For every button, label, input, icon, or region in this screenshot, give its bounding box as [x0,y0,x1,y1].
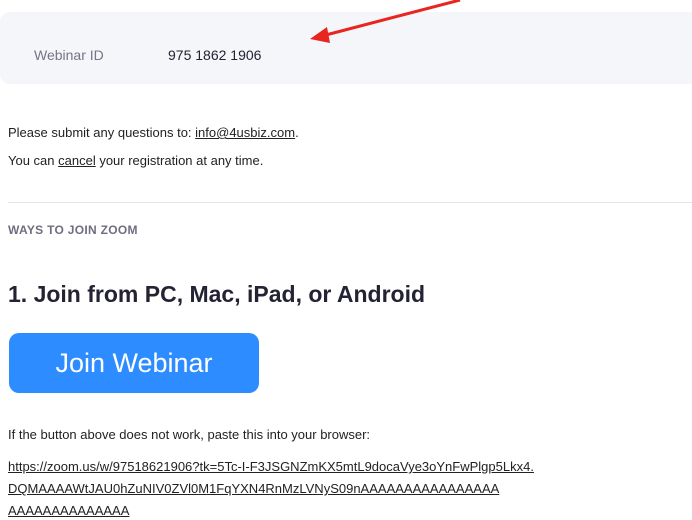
join-url-line[interactable]: DQMAAAAWtJAU0hZuNIV0ZVl0M1FqYXN4RnMzLVNy… [8,478,692,500]
webinar-id-label: Webinar ID [34,47,104,63]
questions-prefix: Please submit any questions to: [8,125,196,140]
cancel-suffix: your registration at any time. [95,153,264,168]
join-webinar-button[interactable]: Join Webinar [9,333,259,393]
cancel-line: You can cancel your registration at any … [8,153,263,168]
section-divider [8,202,692,203]
join-url-line[interactable]: https://zoom.us/w/97518621906?tk=5Tc-I-F… [8,456,692,478]
annotation-arrow-icon [310,0,461,43]
email-page: Webinar ID 975 1862 1906 Please submit a… [0,0,692,520]
fallback-instruction: If the button above does not work, paste… [8,427,371,442]
join-url-line[interactable]: AAAAAAAAAAAAAA [8,500,692,520]
questions-line: Please submit any questions to: info@4us… [8,125,299,140]
cancel-registration-link[interactable]: cancel [58,153,96,168]
ways-to-join-title: WAYS TO JOIN ZOOM [8,223,138,237]
join-pc-heading: 1. Join from PC, Mac, iPad, or Android [8,281,426,307]
cancel-prefix: You can [8,153,59,168]
questions-suffix: . [295,125,299,140]
webinar-id-value: 975 1862 1906 [168,47,262,63]
join-url-link[interactable]: https://zoom.us/w/97518621906?tk=5Tc-I-F… [8,456,692,520]
contact-email-link[interactable]: info@4usbiz.com [195,125,295,140]
